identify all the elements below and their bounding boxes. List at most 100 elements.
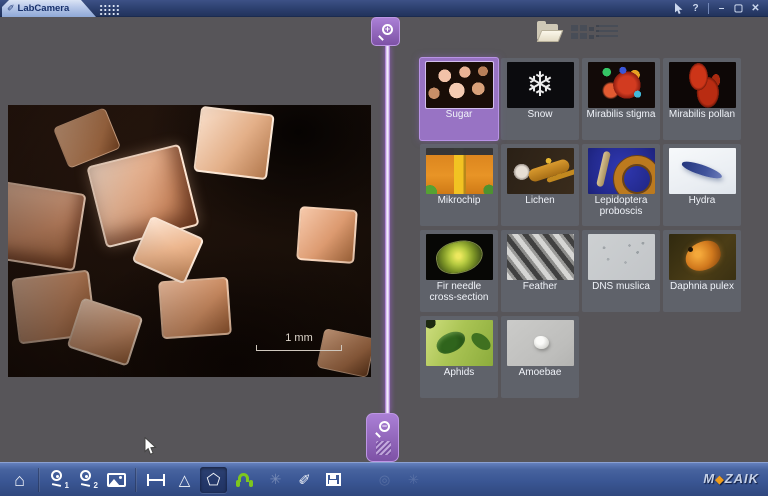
pen-tool-icon: ✐ bbox=[7, 3, 15, 14]
webcam-2-icon: 2 bbox=[79, 470, 96, 489]
maximize-button[interactable]: ▢ bbox=[732, 1, 745, 16]
gallery-item-lepidoptera-proboscis[interactable]: Lepidoptera proboscis bbox=[582, 144, 660, 226]
gallery-item-label: Lichen bbox=[501, 194, 579, 206]
gallery-item-label: DNS muslica bbox=[582, 280, 660, 292]
snowflake-icon: ❄ bbox=[526, 68, 555, 102]
app-tab[interactable]: ✐ LabCamera bbox=[2, 0, 96, 17]
titlebar-divider bbox=[708, 3, 709, 14]
mirabilis-stigma-thumbnail bbox=[588, 62, 655, 108]
gallery-item-mirabilis-stigma[interactable]: Mirabilis stigma bbox=[582, 58, 660, 140]
minimize-button[interactable]: – bbox=[715, 1, 728, 16]
magnifier-minus-icon: − bbox=[375, 421, 390, 436]
camera-1-button[interactable]: 1 bbox=[45, 467, 72, 493]
gallery-item-label: Daphnia pulex bbox=[663, 280, 741, 292]
gallery-item-dns-muslica[interactable]: DNS muslica bbox=[582, 230, 660, 312]
gallery-item-label: Mirabilis pollan bbox=[663, 108, 741, 120]
gallery-item-hydra[interactable]: Hydra bbox=[663, 144, 741, 226]
audio-button[interactable] bbox=[233, 467, 260, 493]
burst-capture-button[interactable]: ✳ bbox=[262, 467, 289, 493]
length-measure-icon bbox=[147, 474, 165, 486]
lepidoptera-proboscis-thumbnail bbox=[588, 148, 655, 194]
gallery-item-label: Sugar bbox=[420, 108, 498, 120]
aphids-thumbnail bbox=[426, 320, 493, 366]
home-icon: ⌂ bbox=[14, 471, 25, 489]
mouse-cursor bbox=[144, 437, 157, 461]
bottom-toolbar: ⌂ 1 2 △ ⬠ bbox=[0, 462, 768, 496]
mikrochip-thumbnail bbox=[426, 148, 493, 194]
gallery-item-label: Feather bbox=[501, 280, 579, 292]
sugar-thumbnail bbox=[426, 62, 493, 108]
gallery-item-mirabilis-pollan[interactable]: Mirabilis pollan bbox=[663, 58, 741, 140]
help-button[interactable]: ? bbox=[689, 1, 702, 16]
polygon-icon: ⬠ bbox=[207, 470, 221, 490]
gallery-item-label: Lepidoptera proboscis bbox=[582, 194, 660, 217]
magnifier-plus-icon: + bbox=[378, 24, 393, 39]
triangle-icon: △ bbox=[179, 471, 191, 489]
gallery-item-lichen[interactable]: Lichen bbox=[501, 144, 579, 226]
zoom-slider-track[interactable] bbox=[385, 45, 390, 413]
snapshot-button[interactable] bbox=[103, 467, 130, 493]
list-view-icon[interactable] bbox=[599, 25, 618, 27]
feather-thumbnail bbox=[507, 234, 574, 280]
labcamera-window: ✐ LabCamera ? – ▢ ✕ 1 mm bbox=[0, 0, 768, 496]
gallery-item-label: Hydra bbox=[663, 194, 741, 206]
hydra-thumbnail bbox=[669, 148, 736, 194]
gallery-item-label: Aphids bbox=[420, 366, 498, 378]
measure-area-button[interactable]: ⬠ bbox=[200, 467, 227, 493]
snow-thumbnail: ❄ bbox=[507, 62, 574, 108]
gallery-item-aphids[interactable]: Aphids bbox=[420, 316, 498, 398]
draw-tools-button[interactable]: ✐ bbox=[291, 467, 318, 493]
zoom-slider-thumb[interactable]: − bbox=[366, 413, 399, 462]
measure-angle-button[interactable]: △ bbox=[171, 467, 198, 493]
camera-2-button[interactable]: 2 bbox=[74, 467, 101, 493]
gallery-item-label: Snow bbox=[501, 108, 579, 120]
star-icon: ✳ bbox=[408, 472, 419, 488]
micrograph-view[interactable]: 1 mm bbox=[8, 105, 371, 377]
scale-bar: 1 mm bbox=[256, 332, 342, 351]
daphnia-pulex-thumbnail bbox=[669, 234, 736, 280]
webcam-1-icon: 1 bbox=[50, 470, 67, 489]
fir-needle-thumbnail bbox=[426, 234, 493, 280]
app-title: LabCamera bbox=[18, 3, 70, 14]
titlebar: ✐ LabCamera ? – ▢ ✕ bbox=[0, 0, 768, 17]
dns-muslica-thumbnail bbox=[588, 234, 655, 280]
gallery-item-fir-needle[interactable]: Fir needle cross-section bbox=[420, 230, 498, 312]
gallery-item-label: Mikrochip bbox=[420, 194, 498, 206]
thumb-grip-texture bbox=[376, 441, 391, 455]
diamond-icon: ◆ bbox=[715, 474, 724, 486]
gallery-item-snow[interactable]: ❄ Snow bbox=[501, 58, 579, 140]
open-folder-icon[interactable] bbox=[536, 21, 562, 42]
sample-gallery: Sugar ❄ Snow Mirabilis stigma Mirabilis … bbox=[420, 58, 758, 398]
gallery-item-amoebae[interactable]: Amoebae bbox=[501, 316, 579, 398]
floppy-disk-icon bbox=[326, 473, 341, 486]
burst-icon: ✳ bbox=[270, 471, 282, 488]
save-button[interactable] bbox=[320, 467, 347, 493]
picture-icon bbox=[107, 473, 126, 487]
scale-bar-line bbox=[256, 345, 342, 351]
pencil-icon: ✐ bbox=[298, 471, 311, 489]
mozaik-logo: M◆ZAIK bbox=[703, 471, 759, 486]
gallery-item-label: Fir needle cross-section bbox=[420, 280, 498, 303]
window-controls: ? – ▢ ✕ bbox=[672, 0, 762, 17]
disabled-tool-button-1: ◎ bbox=[371, 467, 398, 493]
drag-grip-dots-icon[interactable] bbox=[99, 4, 120, 15]
circle-icon: ◎ bbox=[379, 472, 390, 488]
measure-length-button[interactable] bbox=[142, 467, 169, 493]
mirabilis-pollan-thumbnail bbox=[669, 62, 736, 108]
gallery-item-daphnia-pulex[interactable]: Daphnia pulex bbox=[663, 230, 741, 312]
lichen-thumbnail bbox=[507, 148, 574, 194]
gallery-item-feather[interactable]: Feather bbox=[501, 230, 579, 312]
gallery-item-mikrochip[interactable]: Mikrochip bbox=[420, 144, 498, 226]
pointer-mode-icon[interactable] bbox=[672, 1, 685, 16]
gallery-item-label: Amoebae bbox=[501, 366, 579, 378]
close-button[interactable]: ✕ bbox=[749, 1, 762, 16]
gallery-item-sugar[interactable]: Sugar bbox=[420, 58, 498, 140]
gallery-item-label: Mirabilis stigma bbox=[582, 108, 660, 120]
headset-icon bbox=[238, 473, 255, 487]
home-button[interactable]: ⌂ bbox=[6, 467, 33, 493]
toolbar-divider bbox=[38, 468, 40, 492]
scale-bar-label: 1 mm bbox=[256, 332, 342, 344]
zoom-in-button[interactable]: + bbox=[371, 17, 400, 46]
disabled-tool-button-2: ✳ bbox=[400, 467, 427, 493]
grid-view-icon[interactable] bbox=[571, 25, 578, 31]
